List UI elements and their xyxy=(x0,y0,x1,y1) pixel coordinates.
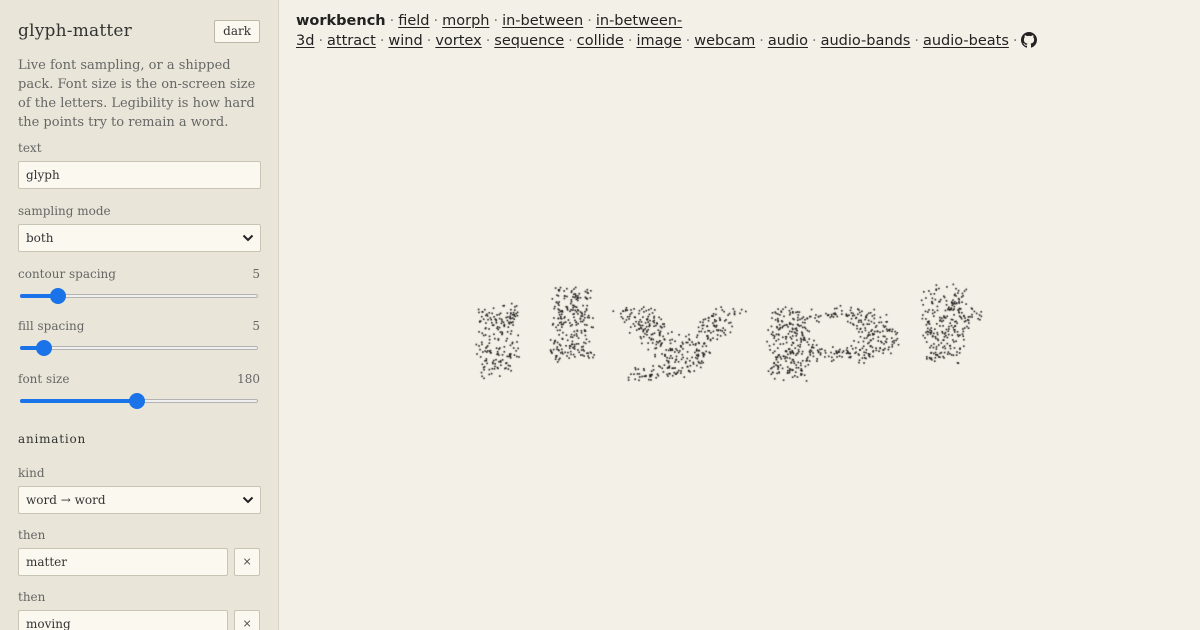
nav-link-image[interactable]: image xyxy=(636,33,681,49)
nav-link-morph[interactable]: morph xyxy=(442,13,489,29)
then-input[interactable]: moving xyxy=(18,610,229,630)
chevron-down-icon xyxy=(242,234,254,242)
nav-separator: · xyxy=(426,33,432,49)
nav-link-audio-bands[interactable]: audio-bands xyxy=(821,33,911,49)
slider-thumb[interactable] xyxy=(128,393,145,409)
nav-link-vortex[interactable]: vortex xyxy=(435,33,481,49)
nav-link-in-between[interactable]: in-between xyxy=(502,13,583,29)
nav-separator: · xyxy=(389,13,395,29)
fill-spacing-value: 5 xyxy=(252,319,260,333)
nav-separator: · xyxy=(914,33,919,49)
nav-link-sequence[interactable]: sequence xyxy=(494,33,564,49)
font-size-label: font size 180 xyxy=(18,372,260,386)
nav-separator: · xyxy=(759,33,764,49)
contour-spacing-label: contour spacing 5 xyxy=(18,267,260,281)
nav-current: workbench xyxy=(296,13,386,29)
nav-separator: · xyxy=(493,13,499,29)
slider-thumb[interactable] xyxy=(35,340,52,356)
sidebar-header: glyph-matter dark xyxy=(18,0,260,64)
text-label: text xyxy=(18,141,42,155)
nav-separator: · xyxy=(485,33,491,49)
nav-link-audio-beats[interactable]: audio-beats xyxy=(923,33,1009,49)
nav-link-attract[interactable]: attract xyxy=(327,33,376,49)
chevron-down-icon xyxy=(242,496,254,504)
then-input[interactable]: matter xyxy=(18,548,229,576)
nav-link-audio[interactable]: audio xyxy=(768,33,808,49)
nav-separator: · xyxy=(1012,33,1018,49)
contour-spacing-slider[interactable] xyxy=(20,288,258,304)
nav-link-field[interactable]: field xyxy=(398,13,429,29)
nav-separator: · xyxy=(685,33,691,49)
nav-link-wind[interactable]: wind xyxy=(388,33,422,49)
font-size-value: 180 xyxy=(237,372,260,386)
remove-then-button[interactable]: × xyxy=(234,610,260,630)
sidebar: glyph-matter dark Live font sampling, or… xyxy=(0,0,279,630)
then-label: then xyxy=(18,528,46,542)
github-icon[interactable] xyxy=(1021,32,1038,48)
fill-spacing-slider[interactable] xyxy=(20,340,258,356)
dark-mode-button[interactable]: dark xyxy=(214,20,260,43)
slider-track xyxy=(20,346,258,350)
nav-separator: · xyxy=(379,33,385,49)
animation-heading: animation xyxy=(18,432,87,446)
particle-canvas[interactable] xyxy=(280,60,1200,630)
app-title: glyph-matter xyxy=(18,21,133,41)
top-nav: workbench · field · morph · in-between · in-betw… xyxy=(296,11,1191,51)
nav-link-collide[interactable]: collide xyxy=(577,33,624,49)
animation-kind-select[interactable]: word → word xyxy=(18,486,261,514)
kind-label: kind xyxy=(18,466,45,480)
fill-spacing-label: fill spacing 5 xyxy=(18,319,260,333)
nav-link-webcam[interactable]: webcam xyxy=(694,33,755,49)
nav-separator: · xyxy=(568,33,573,49)
then-row: matter × xyxy=(18,548,260,576)
nav-separator: · xyxy=(587,13,592,29)
nav-separator: · xyxy=(812,33,817,49)
nav-separator: · xyxy=(318,33,324,49)
nav-separator: · xyxy=(627,33,633,49)
slider-thumb[interactable] xyxy=(50,288,67,304)
contour-spacing-value: 5 xyxy=(252,267,260,281)
description: Live font sampling, or a shipped pack. F… xyxy=(18,58,256,130)
sampling-mode-label: sampling mode xyxy=(18,204,111,218)
slider-fill xyxy=(20,399,137,403)
remove-then-button[interactable]: × xyxy=(234,548,260,576)
then-row: moving × xyxy=(18,610,260,630)
then-label: then xyxy=(18,590,46,604)
text-input[interactable]: glyph xyxy=(18,161,261,189)
sampling-mode-select[interactable]: both xyxy=(18,224,261,252)
font-size-slider[interactable] xyxy=(20,393,258,409)
nav-separator: · xyxy=(433,13,439,29)
